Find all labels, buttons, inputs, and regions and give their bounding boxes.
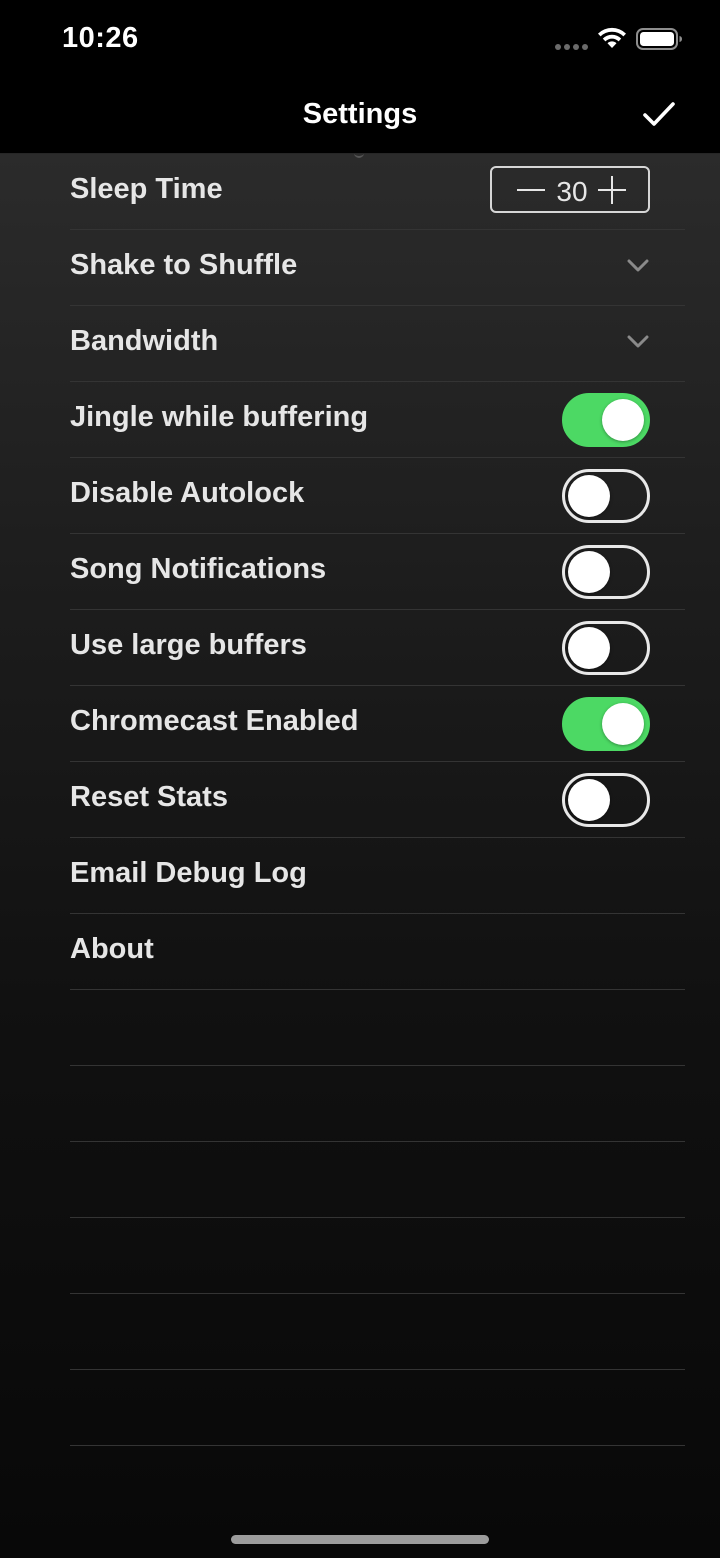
sleep-time-stepper: 30 <box>490 166 650 213</box>
use-large-buffers-toggle[interactable] <box>562 621 650 675</box>
stepper-plus-button[interactable] <box>598 176 626 204</box>
navigation-bar: Settings <box>0 80 720 154</box>
toggle-knob <box>568 551 610 593</box>
chevron-down-icon[interactable] <box>627 334 649 350</box>
battery-icon <box>636 28 682 50</box>
row-sleep-time: Sleep Time 30 <box>70 154 685 230</box>
row-reset-stats: Reset Stats <box>70 762 685 838</box>
checkmark-icon[interactable] <box>642 100 676 130</box>
reset-stats-label: Reset Stats <box>70 781 228 813</box>
chromecast-enabled-label: Chromecast Enabled <box>70 705 359 737</box>
reset-stats-toggle[interactable] <box>562 773 650 827</box>
use-large-buffers-label: Use large buffers <box>70 629 307 661</box>
jingle-while-buffering-label: Jingle while buffering <box>70 401 369 433</box>
row-bandwidth[interactable]: Bandwidth <box>70 306 685 382</box>
disable-autolock-label: Disable Autolock <box>70 477 305 509</box>
song-notifications-toggle[interactable] <box>562 545 650 599</box>
shake-to-shuffle-label: Shake to Shuffle <box>70 249 298 281</box>
empty-row <box>70 1066 685 1142</box>
jingle-while-buffering-toggle[interactable] <box>562 393 650 447</box>
empty-row <box>70 1294 685 1370</box>
toggle-knob <box>602 703 644 745</box>
home-indicator[interactable] <box>231 1535 489 1544</box>
wifi-icon <box>598 27 626 48</box>
row-email-debug-log[interactable]: Email Debug Log <box>70 838 685 914</box>
row-song-notifications: Song Notifications <box>70 534 685 610</box>
settings-list: Sleep Time 30 Shake to Shuffle Bandwidth… <box>0 154 720 1558</box>
row-about[interactable]: About <box>70 914 685 990</box>
row-shake-to-shuffle[interactable]: Shake to Shuffle <box>70 230 685 306</box>
status-time: 10:26 <box>62 22 139 54</box>
row-use-large-buffers: Use large buffers <box>70 610 685 686</box>
row-chromecast-enabled: Chromecast Enabled <box>70 686 685 762</box>
sleep-time-label: Sleep Time <box>70 173 223 205</box>
cellular-signal-icon <box>555 44 588 50</box>
empty-row <box>70 1218 685 1294</box>
empty-row <box>70 990 685 1066</box>
toggle-knob <box>568 475 610 517</box>
song-notifications-label: Song Notifications <box>70 553 327 585</box>
stepper-minus-button[interactable] <box>517 189 545 191</box>
row-jingle-while-buffering: Jingle while buffering <box>70 382 685 458</box>
toggle-knob <box>568 779 610 821</box>
toggle-knob <box>568 627 610 669</box>
sleep-time-value: 30 <box>556 176 588 207</box>
email-debug-log-label: Email Debug Log <box>70 857 307 889</box>
bandwidth-label: Bandwidth <box>70 325 219 357</box>
disable-autolock-toggle[interactable] <box>562 469 650 523</box>
status-bar: 10:26 <box>0 0 720 80</box>
chromecast-enabled-toggle[interactable] <box>562 697 650 751</box>
chevron-down-icon[interactable] <box>627 258 649 274</box>
toggle-knob <box>602 399 644 441</box>
row-disable-autolock: Disable Autolock <box>70 458 685 534</box>
about-label: About <box>70 933 154 965</box>
page-title: Settings <box>302 98 418 130</box>
empty-row <box>70 1370 685 1446</box>
empty-row <box>70 1142 685 1218</box>
